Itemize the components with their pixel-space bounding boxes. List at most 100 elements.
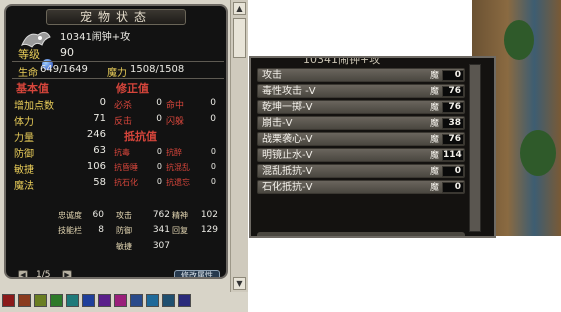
skill-item[interactable]: 攻击 魔 0 [257,68,465,82]
spirit-label: 精神 [172,211,188,220]
skill-mp-label: 魔 [430,167,440,177]
agility-label: 敏捷 [116,242,132,251]
skill-mp-label: 魔 [430,103,440,113]
level-value: 90 [60,46,74,59]
attack-value: 762 [152,210,170,220]
resist-value: 0 [210,147,216,156]
mod-label: 闪躲 [166,117,185,127]
mp-value: 1508/1508 [130,64,185,75]
stat-value: 71 [93,113,106,124]
mod-value: 0 [210,114,216,124]
tree [520,130,556,176]
skill-mp-cost: 0 [442,166,464,177]
mod-label: 反击 [114,117,133,127]
resist-value: 0 [156,162,162,171]
recovery-label: 回复 [172,226,188,235]
stat-label: 体力 [14,117,34,128]
stat-value: 0 [99,97,106,108]
skill-item[interactable]: 混乱抵抗-V 魔 0 [257,164,465,178]
resist-label: 抗遗忘 [166,178,190,187]
color-swatch[interactable] [82,294,95,307]
color-swatch[interactable] [98,294,111,307]
skill-item[interactable]: 毒性攻击 -V 魔 76 [257,84,465,98]
divider [12,61,224,62]
color-swatch[interactable] [146,294,159,307]
left-scrollbar[interactable]: ▲ ▼ [230,0,248,292]
mod-value: 0 [156,114,162,124]
page-indicator: 1/5 [36,270,51,279]
stat-value: 106 [86,161,106,172]
skill-mp-label: 魔 [430,151,440,161]
base-stats-title: 基本值 [16,82,49,95]
skill-name: 混乱抵抗-V [262,166,313,177]
color-swatch[interactable] [50,294,63,307]
defense-label: 防御 [116,226,132,235]
resist-label: 抗醉 [166,148,182,157]
mod-stats-title: 修正值 [116,82,149,95]
color-swatch[interactable] [178,294,191,307]
skill-slots-value: 8 [98,225,104,235]
defense-value: 341 [152,225,170,235]
scroll-down-icon[interactable]: ▼ [233,277,246,290]
skill-item[interactable]: 战栗袭心-V 魔 76 [257,132,465,146]
skill-mp-label: 魔 [430,71,440,81]
skill-mp-cost: 0 [442,182,464,193]
color-swatch[interactable] [66,294,79,307]
skill-item[interactable]: 崩击-V 魔 38 [257,116,465,130]
color-swatch[interactable] [2,294,15,307]
skill-name: 乾坤一掷-V [262,102,313,113]
resist-value: 0 [210,177,216,186]
skill-item[interactable]: 石化抵抗-V 魔 0 [257,180,465,194]
skill-mp-cost: 76 [442,86,464,97]
attack-label: 攻击 [116,211,132,220]
skill-mp-label: 魔 [430,87,440,97]
mod-label: 命中 [166,101,185,111]
stat-label: 增加点数 [14,101,54,112]
skill-name: 攻击 [262,70,282,81]
resist-value: 0 [210,162,216,171]
prev-page-button[interactable]: ◀ [18,270,28,277]
mod-value: 0 [156,98,162,108]
skill-mp-cost: 114 [442,150,464,161]
color-swatch[interactable] [18,294,31,307]
skill-mp-label: 魔 [430,183,440,193]
agility-value: 307 [152,241,170,251]
skill-item[interactable]: 明镜止水-V 魔 114 [257,148,465,162]
scroll-thumb[interactable] [233,18,246,58]
resist-value: 0 [156,177,162,186]
skill-scrollbar[interactable] [469,64,481,232]
stat-label: 敏捷 [14,165,34,176]
color-swatch[interactable] [130,294,143,307]
color-swatch[interactable] [162,294,175,307]
loyalty-label: 忠诚度 [58,211,82,220]
pet-status-window: 宠物状态 10341闹钟+攻 等级 90 生命 649/1649 魔力 1508… [0,0,248,312]
stat-label: 防御 [14,149,34,160]
skill-item[interactable]: 乾坤一掷-V 魔 76 [257,100,465,114]
hp-value: 649/1649 [40,64,88,75]
skill-mp-cost: 76 [442,102,464,113]
next-page-button[interactable]: ▶ [62,270,72,277]
skill-mp-cost: 0 [442,70,464,81]
pet-status-title: 宠物状态 [46,9,186,25]
scroll-up-icon[interactable]: ▲ [233,2,246,15]
stat-value: 58 [93,177,106,188]
pet-name: 10341闹钟+攻 [60,32,131,43]
skill-window: 10341闹钟+攻 攻击 魔 0 毒性攻击 -V 魔 76 乾坤一掷-V 魔 7… [249,56,496,238]
skill-mp-cost: 76 [442,134,464,145]
color-swatch[interactable] [34,294,47,307]
skill-window-bottom-bar [257,232,465,236]
mp-label: 魔力 [107,68,127,79]
color-palette [0,294,248,310]
skill-name: 战栗袭心-V [262,134,313,145]
color-swatch[interactable] [114,294,127,307]
mod-label: 必杀 [114,101,133,111]
level-label: 等级 [18,48,40,61]
loyalty-value: 60 [92,210,104,220]
mod-value: 0 [210,98,216,108]
skill-mp-label: 魔 [430,119,440,129]
edit-attributes-button[interactable]: 修改属性 [174,270,220,277]
tree [504,20,534,60]
pet-status-panel: 宠物状态 10341闹钟+攻 等级 90 生命 649/1649 魔力 1508… [4,4,228,279]
skill-slots-label: 技能栏 [58,226,82,235]
resist-label: 抗毒 [114,148,130,157]
